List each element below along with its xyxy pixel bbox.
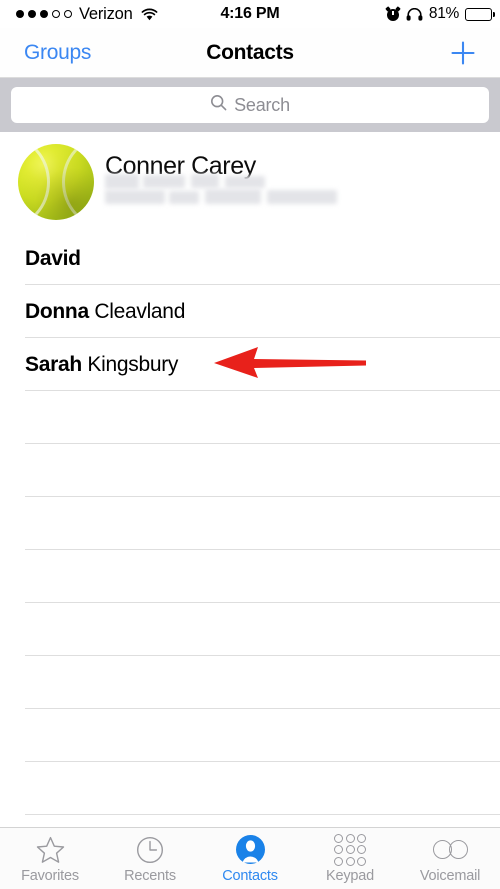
list-item: [0, 709, 500, 762]
status-bar-right: 81%: [385, 5, 495, 23]
tab-keypad[interactable]: Keypad: [300, 828, 400, 884]
list-item: [0, 762, 500, 815]
list-item: [0, 444, 500, 497]
contact-name: David: [25, 246, 81, 270]
redacted-details: [105, 174, 337, 208]
star-icon: [36, 835, 65, 864]
annotation-arrow-icon: [214, 345, 366, 379]
contact-name: Sarah Kingsbury: [25, 352, 179, 376]
navigation-bar: Groups Contacts: [0, 28, 500, 78]
status-bar: Verizon 4:16 PM 81%: [0, 0, 500, 28]
battery-icon: [465, 7, 495, 21]
search-input[interactable]: Search: [11, 87, 489, 123]
contact-name: Donna Cleavland: [25, 299, 186, 323]
tab-recents[interactable]: Recents: [100, 828, 200, 884]
tennis-ball-avatar: [18, 144, 94, 220]
list-item: [0, 391, 500, 444]
tab-label: Keypad: [326, 868, 374, 884]
tab-label: Favorites: [21, 868, 79, 884]
tab-label: Recents: [124, 868, 176, 884]
list-item: [0, 497, 500, 550]
alarm-clock-icon: [385, 6, 401, 21]
tab-contacts[interactable]: Contacts: [200, 828, 300, 884]
clock-icon: [136, 835, 164, 864]
tab-bar: Favorites Recents Contacts Keypad Voicem…: [0, 827, 500, 889]
contacts-list: Conner Carey David Donna Cleavland Sarah…: [0, 132, 500, 868]
tab-favorites[interactable]: Favorites: [0, 828, 100, 884]
battery-percent-label: 81%: [428, 5, 459, 22]
list-item: [0, 656, 500, 709]
my-card-row[interactable]: Conner Carey: [0, 132, 500, 232]
contact-row-david[interactable]: David: [0, 232, 500, 285]
list-item: [0, 550, 500, 603]
headphones-icon: [406, 7, 423, 21]
search-placeholder: Search: [234, 94, 290, 115]
list-item: [0, 603, 500, 656]
voicemail-icon: [432, 835, 468, 864]
add-contact-button[interactable]: [450, 40, 476, 66]
tab-label: Voicemail: [419, 868, 481, 884]
person-circle-icon: [235, 835, 265, 864]
search-icon: [210, 94, 227, 116]
page-title: Contacts: [206, 40, 294, 64]
iphone-screen: Verizon 4:16 PM 81% Groups Contacts Sear…: [0, 0, 500, 889]
tab-voicemail[interactable]: Voicemail: [400, 828, 500, 884]
search-bar-container: Search: [0, 78, 500, 132]
keypad-grid-icon: [334, 833, 366, 866]
tab-label: Contacts: [222, 868, 278, 884]
contact-row-donna[interactable]: Donna Cleavland: [0, 285, 500, 338]
